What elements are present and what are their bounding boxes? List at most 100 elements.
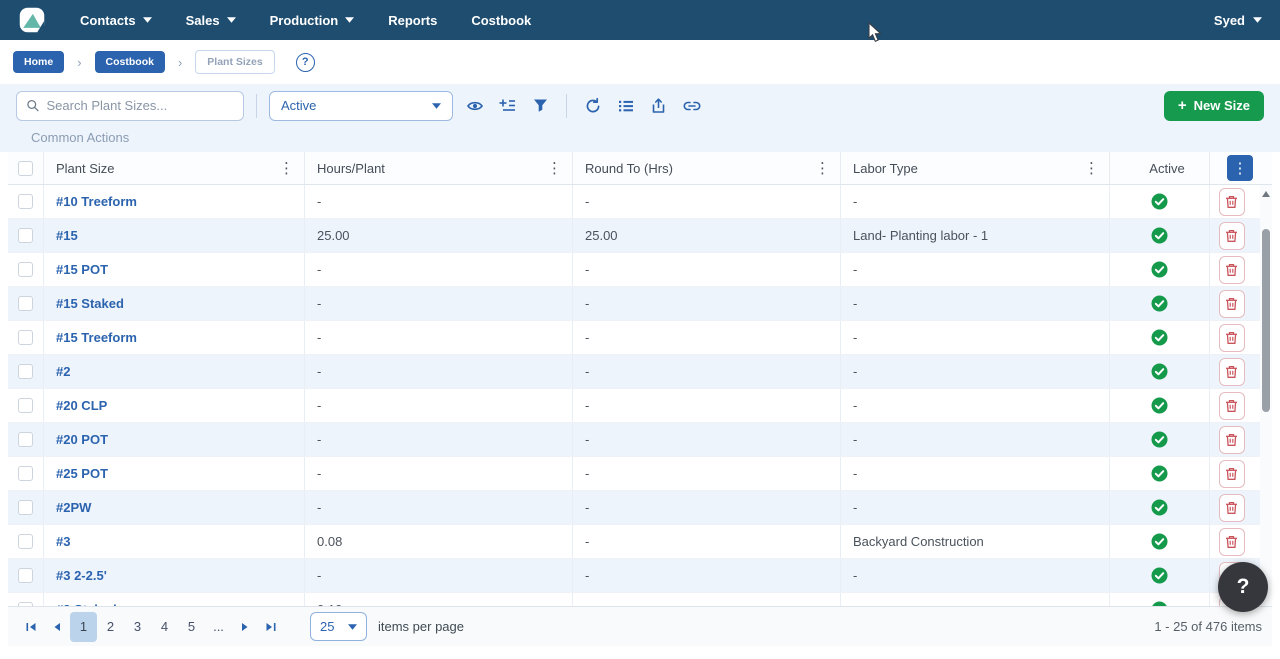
active-column-menu-button[interactable]: ⋮ — [1227, 155, 1253, 181]
nav-label: Costbook — [471, 13, 531, 28]
delete-row-button[interactable] — [1219, 290, 1245, 318]
delete-row-button[interactable] — [1219, 222, 1245, 250]
scroll-up-icon[interactable] — [1262, 191, 1270, 197]
breadcrumb-home[interactable]: Home — [13, 51, 64, 73]
page-button-1[interactable]: 1 — [70, 612, 97, 642]
row-checkbox[interactable] — [18, 194, 33, 209]
nav-item-sales[interactable]: Sales — [186, 13, 236, 28]
plant-size-link[interactable]: #2 — [44, 355, 305, 388]
plant-size-link[interactable]: #15 Staked — [44, 287, 305, 320]
round-to-cell: 25.00 — [573, 219, 841, 252]
delete-row-button[interactable] — [1219, 324, 1245, 352]
page-button-5[interactable]: 5 — [178, 612, 205, 642]
column-menu-icon[interactable]: ⋮ — [276, 159, 297, 178]
plant-size-link[interactable]: #3 Staked — [44, 593, 305, 606]
plant-size-link[interactable]: #15 POT — [44, 253, 305, 286]
round-to-cell: - — [573, 389, 841, 422]
row-checkbox[interactable] — [18, 262, 33, 277]
visibility-toggle-button[interactable] — [461, 92, 488, 119]
eye-icon — [466, 98, 484, 114]
row-checkbox[interactable] — [18, 602, 33, 606]
page-size-select[interactable]: 25 — [310, 612, 367, 641]
user-menu[interactable]: Syed — [1214, 13, 1262, 28]
active-check-icon — [1151, 363, 1168, 380]
round-to-cell: - — [573, 491, 841, 524]
labor-type-cell: - — [841, 253, 1110, 286]
trash-icon — [1225, 195, 1238, 209]
nav-item-reports[interactable]: Reports — [388, 13, 437, 28]
row-checkbox[interactable] — [18, 466, 33, 481]
vertical-scrollbar[interactable] — [1260, 185, 1272, 606]
delete-row-button[interactable] — [1219, 358, 1245, 386]
row-checkbox[interactable] — [18, 296, 33, 311]
table-row: #15 POT - - - — [8, 253, 1272, 287]
nav-item-contacts[interactable]: Contacts — [80, 13, 152, 28]
table-row: #15 Treeform - - - — [8, 321, 1272, 355]
column-menu-icon[interactable]: ⋮ — [812, 159, 833, 178]
first-page-button[interactable] — [18, 613, 44, 641]
plant-size-link[interactable]: #3 2-2.5' — [44, 559, 305, 592]
delete-row-button[interactable] — [1219, 188, 1245, 216]
plant-size-link[interactable]: #10 Treeform — [44, 185, 305, 218]
delete-row-button[interactable] — [1219, 392, 1245, 420]
prev-page-button[interactable] — [44, 613, 70, 641]
row-checkbox[interactable] — [18, 500, 33, 515]
plant-size-link[interactable]: #20 CLP — [44, 389, 305, 422]
delete-row-button[interactable] — [1219, 494, 1245, 522]
row-checkbox[interactable] — [18, 398, 33, 413]
breadcrumb-separator: › — [73, 55, 85, 70]
search-input[interactable] — [47, 98, 234, 113]
hours-per-plant-cell: - — [305, 253, 573, 286]
table-row: #3 2-2.5' - - - — [8, 559, 1272, 593]
page-button-more[interactable]: ... — [205, 612, 232, 642]
export-button[interactable] — [645, 92, 672, 119]
row-checkbox[interactable] — [18, 568, 33, 583]
top-navbar: Contacts Sales Production Reports Costbo… — [0, 0, 1280, 40]
app-logo-icon[interactable] — [18, 6, 46, 34]
plant-size-link[interactable]: #3 — [44, 525, 305, 558]
filter-button[interactable] — [527, 92, 554, 119]
column-menu-icon[interactable]: ⋮ — [1081, 159, 1102, 178]
row-checkbox[interactable] — [18, 364, 33, 379]
delete-row-button[interactable] — [1219, 528, 1245, 556]
breadcrumb-costbook[interactable]: Costbook — [95, 51, 165, 73]
add-column-button[interactable] — [494, 92, 521, 119]
common-actions-link[interactable]: Common Actions — [16, 130, 129, 145]
plant-size-link[interactable]: #25 POT — [44, 457, 305, 490]
hours-per-plant-cell: - — [305, 185, 573, 218]
column-menu-icon[interactable]: ⋮ — [544, 159, 565, 178]
list-view-button[interactable] — [612, 92, 639, 119]
refresh-button[interactable] — [579, 92, 606, 119]
row-checkbox[interactable] — [18, 330, 33, 345]
row-checkbox[interactable] — [18, 432, 33, 447]
round-to-cell: - — [573, 593, 841, 606]
plant-size-link[interactable]: #15 Treeform — [44, 321, 305, 354]
next-page-button[interactable] — [232, 613, 258, 641]
plant-size-link[interactable]: #2PW — [44, 491, 305, 524]
page-button-3[interactable]: 3 — [124, 612, 151, 642]
delete-row-button[interactable] — [1219, 460, 1245, 488]
select-all-checkbox[interactable] — [18, 161, 33, 176]
new-size-button[interactable]: + New Size — [1164, 91, 1264, 121]
row-checkbox[interactable] — [18, 228, 33, 243]
delete-row-button[interactable] — [1219, 256, 1245, 284]
link-button[interactable] — [678, 92, 705, 119]
trash-icon — [1225, 433, 1238, 447]
page-button-2[interactable]: 2 — [97, 612, 124, 642]
nav-item-costbook[interactable]: Costbook — [471, 13, 531, 28]
floating-help-button[interactable]: ? — [1218, 562, 1268, 612]
nav-item-production[interactable]: Production — [270, 13, 355, 28]
prev-page-icon — [52, 621, 62, 633]
delete-row-button[interactable] — [1219, 426, 1245, 454]
scrollbar-thumb[interactable] — [1262, 229, 1270, 412]
plant-size-link[interactable]: #20 POT — [44, 423, 305, 456]
status-filter-select[interactable]: Active — [269, 91, 453, 121]
page-button-4[interactable]: 4 — [151, 612, 178, 642]
help-icon[interactable]: ? — [296, 53, 315, 72]
last-page-button[interactable] — [258, 613, 284, 641]
plant-size-link[interactable]: #15 — [44, 219, 305, 252]
round-to-cell: - — [573, 185, 841, 218]
active-check-icon — [1151, 227, 1168, 244]
row-checkbox[interactable] — [18, 534, 33, 549]
table-row: #25 POT - - - — [8, 457, 1272, 491]
